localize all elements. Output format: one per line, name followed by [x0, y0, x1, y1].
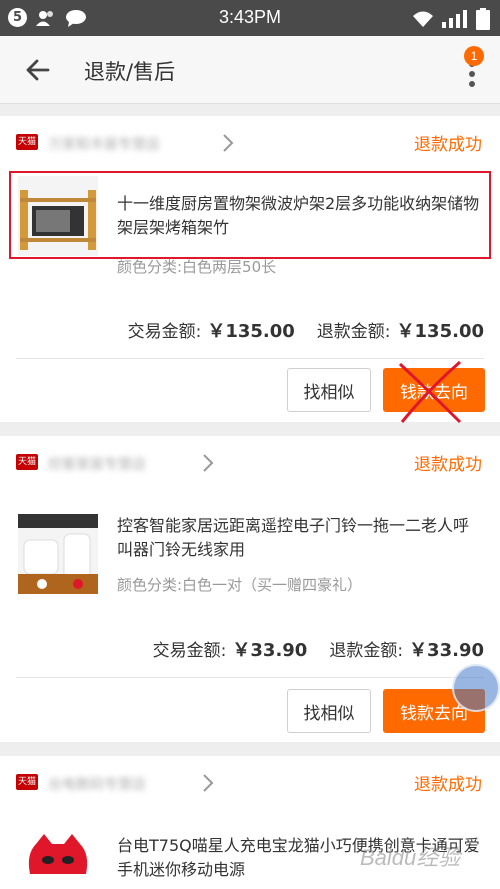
- app-bar: 退款/售后 1: [0, 36, 500, 104]
- trade-amount: ￥33.90: [232, 640, 308, 661]
- refund-amount: ￥135.00: [396, 321, 484, 342]
- menu-notification-badge: 1: [464, 46, 484, 66]
- battery-icon: [476, 8, 490, 30]
- page-title: 退款/售后: [84, 60, 176, 84]
- trade-amount: ￥135.00: [207, 321, 295, 342]
- refund-amount-label: 退款金额:: [329, 641, 404, 661]
- refund-status: 退款成功: [414, 775, 482, 795]
- status-bar: 5 3:43PM: [0, 0, 500, 36]
- tmall-badge: 天猫: [16, 774, 38, 790]
- store-name: 万家和丰居专营店: [48, 137, 160, 153]
- product-thumbnail: [18, 514, 98, 594]
- refund-order-card: 天猫 万家和丰居专营店 退款成功 十一维度厨房置物架微波炉架2层多功能收纳架储物…: [0, 116, 500, 424]
- order-header[interactable]: 天猫 控客家居专营店 退款成功: [0, 436, 500, 490]
- amount-row: 交易金额: ￥33.90 退款金额: ￥33.90: [153, 636, 484, 662]
- chevron-right-icon: [203, 774, 214, 792]
- watermark: Baidu经验: [360, 845, 461, 870]
- product-thumbnail: [18, 834, 98, 889]
- back-arrow-icon[interactable]: [22, 54, 54, 86]
- store-name: 台电数码专营店: [48, 777, 146, 793]
- refund-amount-label: 退款金额:: [316, 322, 391, 342]
- product-item[interactable]: 控客智能家居远距离遥控电子门铃一拖一二老人呼叫器门铃无线家用 颜色分类:白色一对…: [0, 514, 500, 594]
- product-name: 控客智能家居远距离遥控电子门铃一拖一二老人呼叫器门铃无线家用: [117, 516, 470, 559]
- trade-amount-label: 交易金额:: [152, 641, 227, 661]
- product-item[interactable]: 十一维度厨房置物架微波炉架2层多功能收纳架储物架层架烤箱架竹 颜色分类:白色两层…: [0, 176, 500, 276]
- store-name: 控客家居专营店: [48, 457, 146, 473]
- trade-amount-label: 交易金额:: [127, 322, 202, 342]
- signal-icon: [442, 10, 467, 28]
- find-similar-button[interactable]: 找相似: [287, 689, 371, 733]
- divider: [16, 677, 484, 678]
- order-header[interactable]: 天猫 万家和丰居专营店 退款成功: [0, 116, 500, 170]
- product-sku: 颜色分类:白色一对（买一赠四豪礼）: [117, 576, 363, 594]
- order-header[interactable]: 天猫 台电数码专营店 退款成功: [0, 756, 500, 810]
- annotation-cross-mark: [398, 360, 462, 424]
- refund-status: 退款成功: [414, 455, 482, 475]
- product-name: 十一维度厨房置物架微波炉架2层多功能收纳架储物架层架烤箱架竹: [117, 194, 480, 237]
- refund-order-card: 天猫 控客家居专营店 退款成功 控客智能家居远距离遥控电子门铃一拖一二老人呼叫器…: [0, 436, 500, 742]
- find-similar-button[interactable]: 找相似: [287, 368, 371, 412]
- tmall-badge: 天猫: [16, 134, 38, 150]
- chevron-right-icon: [203, 454, 214, 472]
- refund-amount: ￥33.90: [409, 640, 484, 661]
- floating-assistant-button[interactable]: [452, 664, 500, 712]
- amount-row: 交易金额: ￥135.00 退款金额: ￥135.00: [128, 317, 484, 343]
- tmall-badge: 天猫: [16, 454, 38, 470]
- product-thumbnail: [18, 176, 98, 256]
- wifi-icon: [413, 11, 433, 27]
- product-sku: 颜色分类:白色两层50长: [117, 258, 277, 276]
- chevron-right-icon: [223, 134, 234, 152]
- refund-status: 退款成功: [414, 135, 482, 155]
